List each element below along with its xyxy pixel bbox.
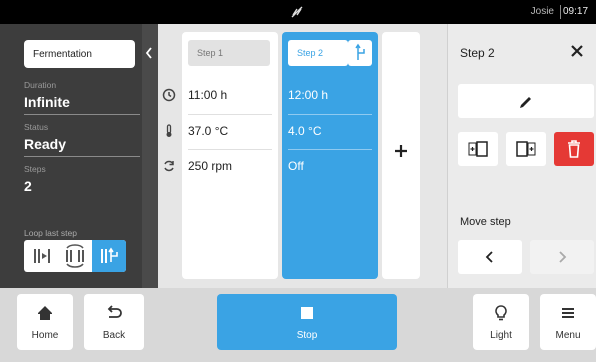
delete-step-button[interactable] [554, 132, 594, 166]
steps-label: Steps [24, 164, 46, 174]
edit-step-button[interactable] [458, 84, 594, 118]
insert-step-before-button[interactable] [458, 132, 498, 166]
step-column-1[interactable]: Step 1 11:00 h 37.0 °C 250 rpm [182, 32, 278, 279]
no-connection-icon [291, 6, 303, 18]
light-label: Light [490, 330, 512, 341]
step-column-2[interactable]: Step 2 12:00 h 4.0 °C Off [282, 32, 378, 279]
step-2-name[interactable]: Step 2 [288, 40, 348, 66]
loop-last-icon [355, 43, 365, 60]
divider [288, 114, 372, 115]
back-label: Back [102, 330, 126, 341]
user-name[interactable]: Josie [531, 6, 554, 17]
thermometer-icon [166, 124, 172, 137]
lightbulb-icon [495, 305, 507, 321]
loop-all-icon [66, 244, 84, 268]
step-1-name[interactable]: Step 1 [188, 40, 270, 66]
divider [188, 149, 272, 150]
plus-icon [395, 145, 407, 157]
add-step-button[interactable] [382, 32, 420, 279]
parameter-icons [158, 24, 180, 288]
status-label: Status [24, 122, 49, 132]
divider [288, 149, 372, 150]
menu-button[interactable]: Menu [540, 294, 596, 350]
move-step-label: Move step [460, 216, 511, 228]
bottom-navigation: Home Back Stop Light Menu [0, 288, 596, 362]
loop-label: Loop last step [24, 228, 77, 238]
pencil-icon [520, 97, 531, 108]
step-edit-panel: Step 2 Move step [447, 24, 596, 288]
step-1-duration[interactable]: 11:00 h [188, 88, 227, 102]
status-bar: Josie 09:17 [0, 0, 596, 24]
divider [188, 114, 272, 115]
stop-icon [301, 307, 313, 319]
loop-mode-selector [24, 240, 126, 272]
divider [24, 114, 140, 115]
shaking-speed-icon [164, 160, 174, 172]
loop-off-button[interactable] [24, 240, 58, 272]
status-value: Ready [24, 136, 67, 152]
divider [560, 5, 561, 19]
program-panel: Fermentation Duration Infinite Status Re… [0, 24, 158, 288]
close-icon[interactable] [570, 44, 584, 58]
program-name-button[interactable]: Fermentation [24, 40, 135, 68]
stop-label: Stop [296, 330, 318, 341]
menu-label: Menu [555, 330, 581, 341]
back-button[interactable]: Back [84, 294, 144, 350]
trash-icon [568, 140, 580, 158]
divider [24, 156, 140, 157]
clock: 09:17 [563, 6, 589, 17]
step-2-speed[interactable]: Off [288, 159, 304, 173]
home-button[interactable]: Home [17, 294, 73, 350]
stop-button[interactable]: Stop [217, 294, 397, 350]
duration-label: Duration [24, 80, 57, 90]
home-label: Home [31, 330, 59, 341]
step-1-temperature[interactable]: 37.0 °C [188, 124, 228, 138]
step-2-temperature[interactable]: 4.0 °C [288, 124, 321, 138]
insert-before-icon [468, 141, 488, 157]
step-1-speed[interactable]: 250 rpm [188, 159, 232, 173]
back-arrow-icon [107, 305, 122, 318]
steps-value: 2 [24, 178, 32, 194]
duration-value: Infinite [24, 94, 70, 110]
loop-last-step-button[interactable] [92, 240, 126, 272]
move-step-left-button[interactable] [458, 240, 522, 274]
chevron-left-icon [485, 251, 493, 263]
loop-all-button[interactable] [58, 240, 92, 272]
loop-off-icon [34, 249, 50, 263]
loop-last-icon [101, 247, 118, 263]
home-icon [38, 306, 52, 320]
program-info: Fermentation Duration Infinite Status Re… [0, 24, 142, 288]
chevron-right-icon [559, 251, 567, 263]
move-step-right-button[interactable] [530, 240, 594, 274]
light-button[interactable]: Light [473, 294, 529, 350]
insert-step-after-button[interactable] [506, 132, 546, 166]
hamburger-menu-icon [562, 308, 574, 318]
collapse-panel-icon[interactable] [144, 46, 154, 60]
clock-icon [162, 88, 176, 102]
loop-step-button[interactable] [348, 40, 372, 66]
panel-title: Step 2 [460, 46, 495, 60]
step-2-duration[interactable]: 12:00 h [288, 88, 328, 102]
insert-after-icon [516, 141, 536, 157]
